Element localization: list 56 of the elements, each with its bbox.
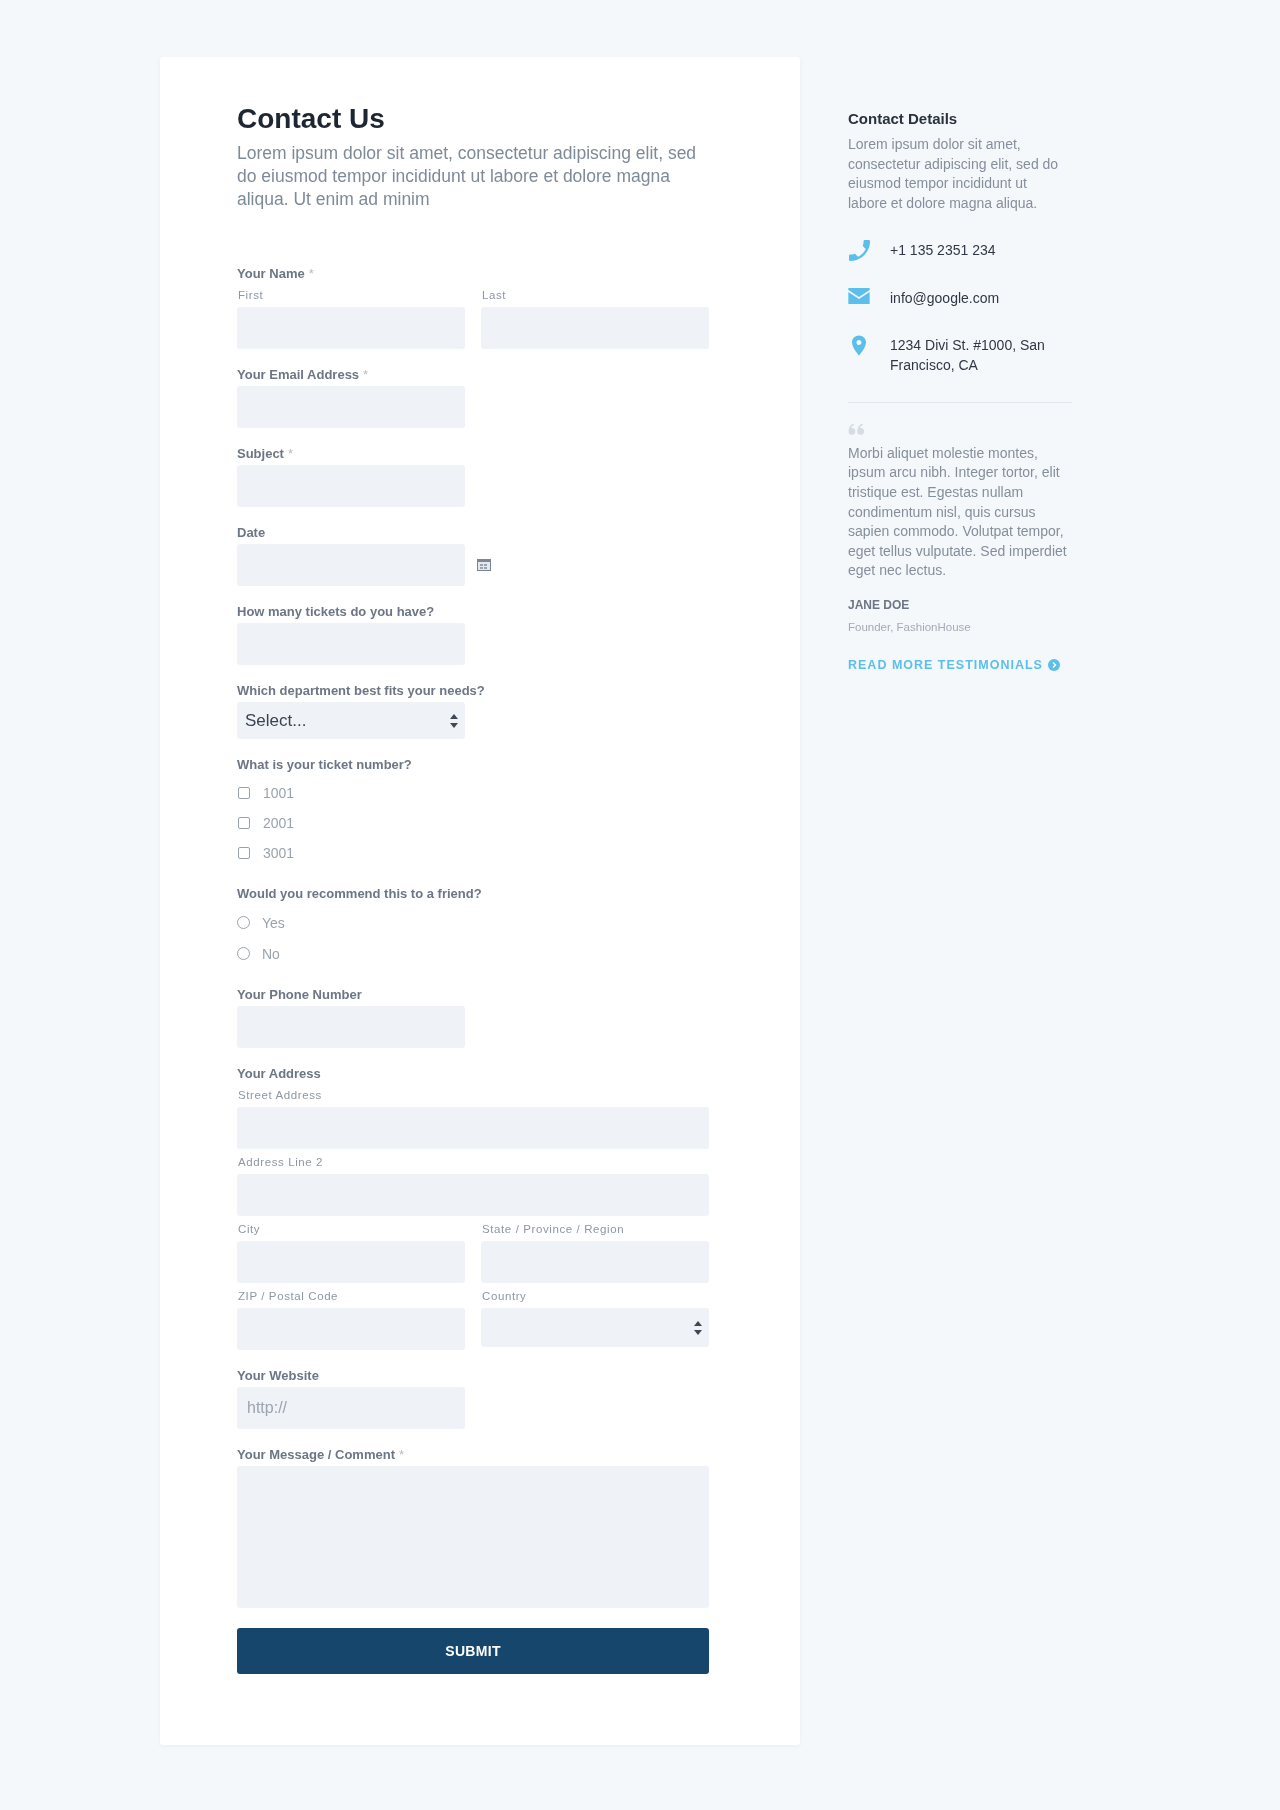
author-name: JANE DOE [848, 596, 911, 613]
map-pin-icon [852, 334, 866, 356]
field-sublabel: First [238, 288, 265, 302]
required-mark: * [363, 367, 369, 383]
field-label: Your Address [237, 1066, 321, 1082]
field-label: Your Phone Number [237, 987, 362, 1003]
envelope-icon [848, 287, 870, 304]
contact-text: +1 135 2351 234 [890, 240, 996, 260]
option-label: 3001 [263, 845, 295, 861]
required-mark: * [308, 266, 314, 282]
field-sublabel: Street Address [238, 1088, 323, 1102]
field-sublabel: Last [482, 288, 508, 302]
sidebar-title: Contact Details [848, 109, 959, 129]
field-label: Your Name [237, 266, 305, 282]
required-mark: * [287, 446, 294, 462]
field-label: Which department best fits your needs? [237, 683, 485, 699]
field-sublabel: ZIP / Postal Code [238, 1289, 340, 1303]
up-down-arrows-icon [450, 713, 458, 728]
field-label: Subject [237, 446, 284, 462]
author-role: Founder, FashionHouse [848, 619, 972, 635]
field-label: Your Email Address [237, 367, 360, 383]
checkbox[interactable] [238, 787, 250, 799]
quote-icon [848, 422, 865, 435]
contact-text: 1234 Divi St. #1000, San Francisco, CA [890, 335, 1046, 375]
field-label: What is your ticket number? [237, 757, 412, 773]
form-title: Contact Us [237, 102, 386, 136]
testimonial-text: Morbi aliquet molestie montes, ipsum arcu nibh. Integer tortor, elit tristique est. Egestas nullam condimentum nisl, quis cursus sapien commodo. Volutpat tempor, eget tellus vulputate. Sed imperdiet eget nec lectus. [848, 443, 1068, 581]
calendar-icon[interactable] [477, 559, 491, 571]
field-label: Date [237, 525, 266, 541]
dropdown-select[interactable] [481, 1308, 709, 1347]
option-label: No [262, 945, 280, 962]
field-sublabel: State / Province / Region [482, 1222, 626, 1236]
option-label: 1001 [263, 785, 295, 801]
field-label: Your Message / Comment [237, 1447, 395, 1463]
field-label: Your Website [237, 1368, 319, 1384]
chevron-circle-icon [1047, 658, 1060, 671]
radio-button[interactable] [237, 916, 250, 929]
option-label: Yes [262, 914, 285, 931]
contact-text: info@google.com [890, 288, 1000, 308]
text-field[interactable]: http:// [237, 1387, 465, 1429]
field-label: Would you recommend this to a friend? [237, 886, 482, 902]
checkbox[interactable] [238, 817, 250, 829]
field-sublabel: Address Line 2 [238, 1155, 325, 1169]
checkbox[interactable] [238, 847, 250, 859]
option-label: 2001 [263, 815, 295, 831]
field-label: How many tickets do you have? [237, 604, 435, 620]
sidebar-text: Lorem ipsum dolor sit amet, consectetur adipiscing elit, sed do eiusmod tempor incididunt ut labore et dolore magna aliqua. [848, 135, 1060, 214]
field-sublabel: Country [482, 1289, 528, 1303]
dropdown-select[interactable]: Select... [237, 702, 465, 739]
phone-icon [848, 239, 870, 261]
form-intro: Lorem ipsum dolor sit amet, consectetur adipiscing elit, sed do eiusmod tempor incididunt ut labore et dolore magna aliqua. Ut enim ad minim [237, 142, 698, 211]
field-sublabel: City [238, 1222, 262, 1236]
up-down-arrows-icon [694, 1320, 702, 1335]
required-mark: * [398, 1447, 405, 1463]
radio-button[interactable] [237, 947, 250, 960]
submit-button[interactable]: SUBMIT [237, 1628, 709, 1674]
